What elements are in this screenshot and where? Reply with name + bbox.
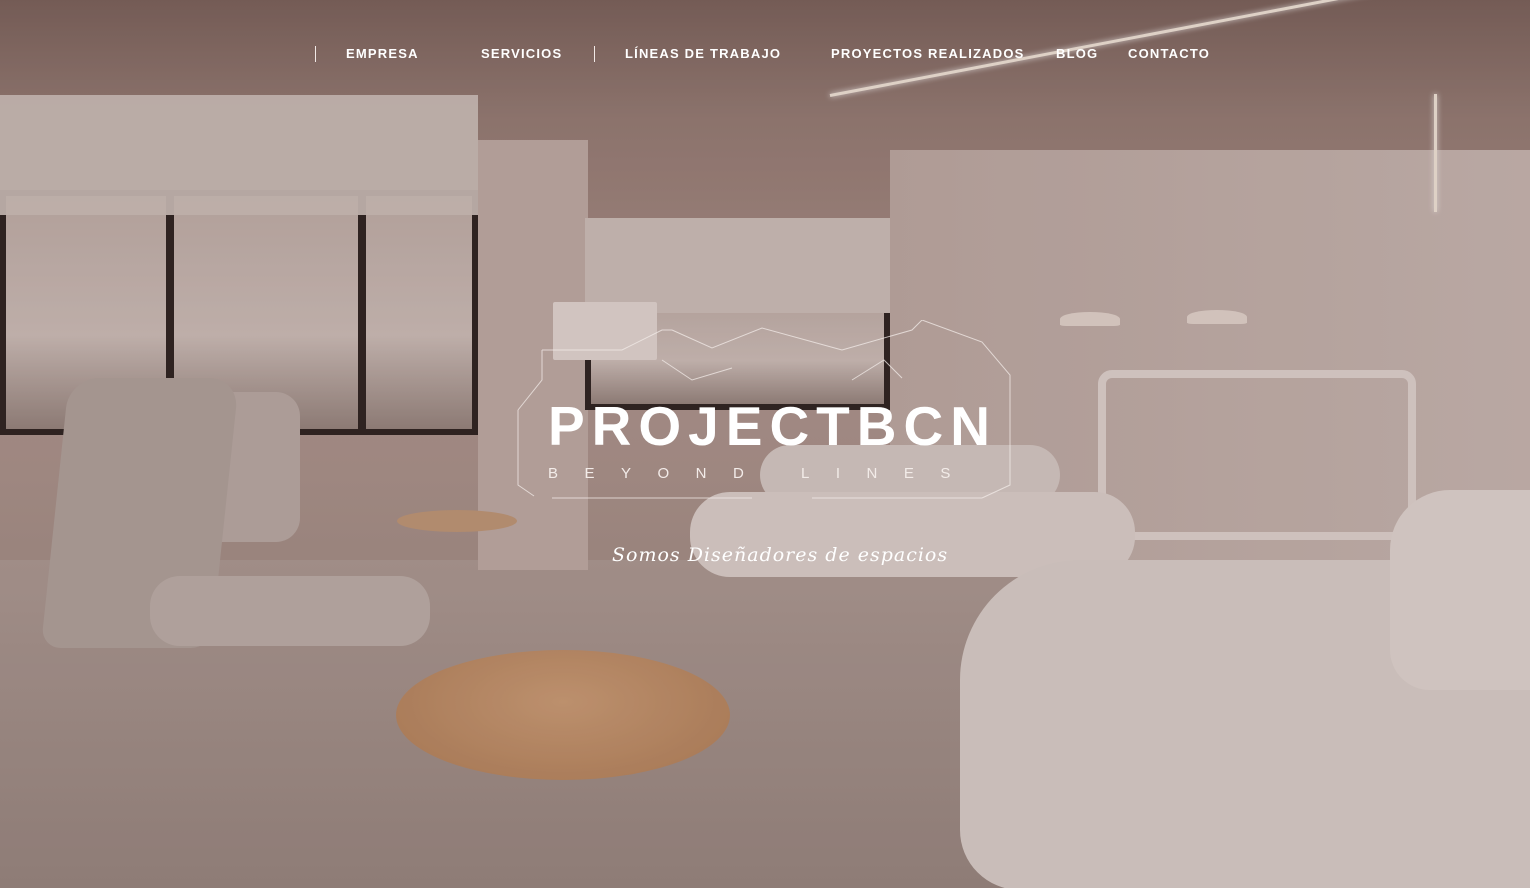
- nav-item-proyectos-realizados[interactable]: PROYECTOS REALIZADOS: [831, 44, 1025, 64]
- nav-item-servicios[interactable]: SERVICIOS: [481, 44, 562, 64]
- nav-item-lineas-de-trabajo[interactable]: LÍNEAS DE TRABAJO: [625, 44, 781, 64]
- main-nav: EMPRESA SERVICIOS LÍNEAS DE TRABAJO PROY…: [0, 44, 1530, 66]
- nav-item-blog[interactable]: BLOG: [1056, 44, 1098, 64]
- brand-name: PROJECTBCN: [548, 395, 997, 457]
- nav-item-empresa[interactable]: EMPRESA: [346, 44, 419, 64]
- nav-separator: [315, 46, 316, 62]
- brand-logo: PROJECTBCN BEYOND LINES: [512, 320, 1017, 500]
- hero-section: EMPRESA SERVICIOS LÍNEAS DE TRABAJO PROY…: [0, 0, 1530, 888]
- brand-subtitle: BEYOND LINES: [548, 465, 977, 482]
- hero-tagline: Somos Diseñadores de espacios: [612, 544, 949, 566]
- nav-item-contacto[interactable]: CONTACTO: [1128, 44, 1210, 64]
- nav-separator: [594, 46, 595, 62]
